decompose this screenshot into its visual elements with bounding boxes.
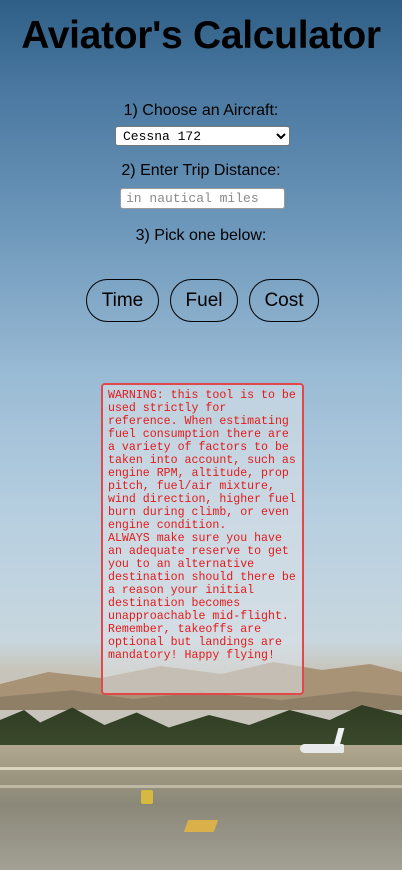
time-button[interactable]: Time [86,279,159,322]
airplane-image [300,728,345,756]
page-title: Aviator's Calculator [21,14,381,57]
warning-paragraph: WARNING: this tool is to be used strictl… [108,389,296,532]
step-pick-one-label: 3) Pick one below: [135,227,267,244]
step-trip-distance-label: 2) Enter Trip Distance: [121,162,281,179]
trip-distance-input[interactable] [120,188,285,209]
runway-ground [0,745,402,870]
runway-marker [183,820,219,832]
fuel-button[interactable]: Fuel [170,279,238,322]
reserve-paragraph: ALWAYS make sure you have an adequate re… [108,532,296,623]
cost-button[interactable]: Cost [249,279,319,322]
ground-vehicle [141,790,153,804]
step-choose-aircraft-label: 1) Choose an Aircraft: [123,102,279,119]
aircraft-select[interactable]: Cessna 172 [115,126,290,146]
reminder-paragraph: Remember, takeoffs are optional but land… [108,623,282,662]
warning-box: WARNING: this tool is to be used strictl… [101,383,304,695]
